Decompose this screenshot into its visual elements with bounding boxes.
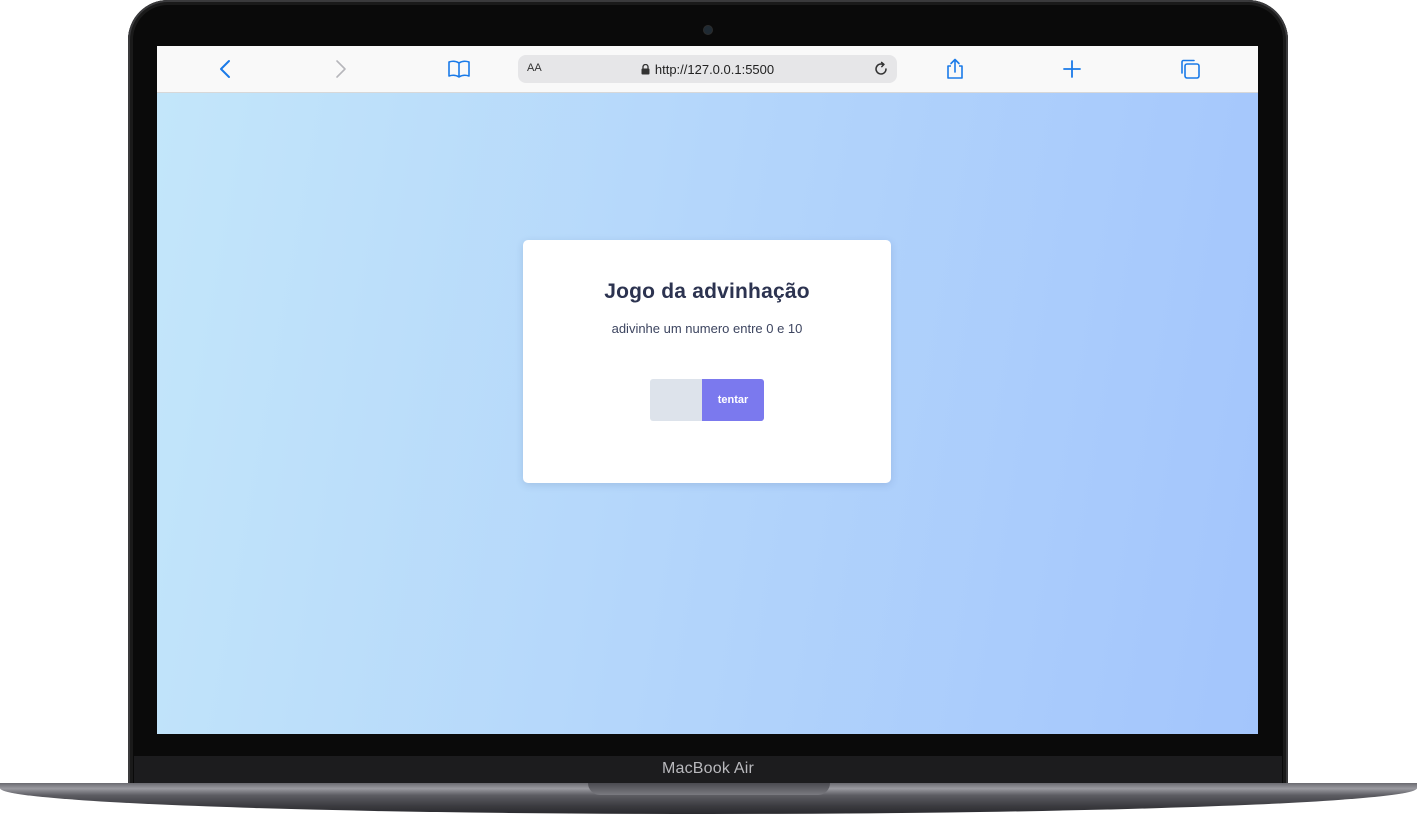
try-button[interactable]: tentar	[702, 379, 764, 421]
game-card: Jogo da advinhação adivinhe um numero en…	[523, 240, 891, 483]
page-title: Jogo da advinhação	[604, 280, 810, 303]
laptop-chin: MacBook Air	[134, 756, 1282, 784]
lock-icon	[641, 63, 650, 74]
device-mockup: AA http://127.0.0.1:5500 Jogo da advinha…	[0, 0, 1417, 814]
new-tab-button[interactable]	[1060, 57, 1084, 81]
tabs-icon	[1181, 59, 1200, 79]
share-button[interactable]	[943, 57, 967, 81]
page-viewport: Jogo da advinhação adivinhe um numero en…	[157, 93, 1258, 734]
chevron-left-icon	[220, 60, 230, 78]
webcam-icon	[704, 26, 712, 34]
share-icon	[947, 58, 963, 79]
plus-icon	[1063, 60, 1081, 78]
browser-toolbar: AA http://127.0.0.1:5500	[157, 46, 1258, 93]
forward-button[interactable]	[329, 57, 353, 81]
url-text: http://127.0.0.1:5500	[654, 61, 775, 77]
laptop-notch	[588, 783, 830, 795]
chevron-right-icon	[336, 60, 346, 78]
book-icon	[448, 60, 470, 78]
instructions-text: adivinhe um numero entre 0 e 10	[611, 321, 803, 336]
bookmarks-button[interactable]	[447, 57, 471, 81]
device-label: MacBook Air	[661, 760, 754, 777]
guess-input[interactable]	[650, 379, 702, 421]
reload-button[interactable]	[871, 59, 891, 79]
screen: AA http://127.0.0.1:5500 Jogo da advinha…	[157, 46, 1258, 734]
back-button[interactable]	[213, 57, 237, 81]
address-bar[interactable]: AA http://127.0.0.1:5500	[518, 55, 897, 83]
url-display: http://127.0.0.1:5500	[518, 55, 897, 83]
reload-icon	[875, 61, 887, 75]
tabs-overview-button[interactable]	[1178, 57, 1202, 81]
